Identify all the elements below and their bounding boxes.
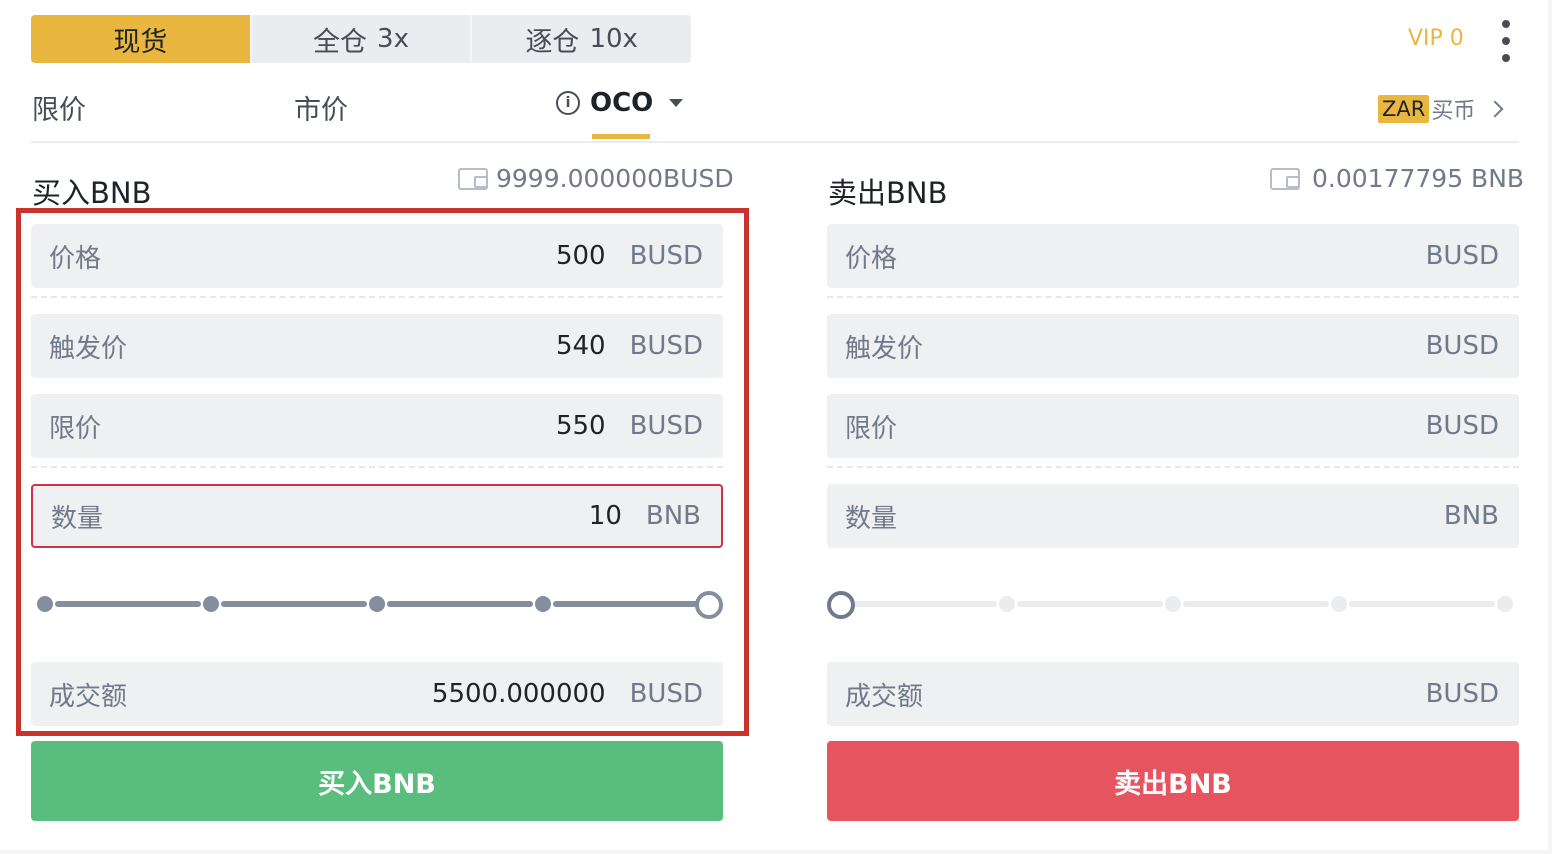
tab-cross-label: 全仓	[313, 26, 368, 58]
more-options-icon[interactable]	[1496, 20, 1516, 62]
tab-spot[interactable]: 现货	[31, 15, 252, 63]
margin-mode-tabs: 现货 全仓 3x 逐仓 10x	[31, 15, 691, 63]
sell-limit-label: 限价	[845, 413, 898, 444]
sell-button[interactable]: 卖出BNB	[827, 741, 1519, 821]
sell-total-unit: BUSD	[1425, 679, 1499, 709]
info-icon[interactable]: i	[556, 91, 580, 115]
buy-crypto-label: 买币	[1431, 99, 1476, 124]
tab-cross[interactable]: 全仓 3x	[251, 15, 473, 63]
wallet-icon	[1270, 167, 1300, 190]
sell-limit-unit: BUSD	[1425, 411, 1499, 441]
sell-stop-field[interactable]: 触发价 BUSD	[827, 314, 1519, 378]
panel-edge	[0, 850, 1552, 854]
tab-isolated-label: 逐仓	[525, 26, 580, 58]
sell-price-unit: BUSD	[1425, 241, 1499, 271]
tab-cross-leverage: 3x	[377, 24, 409, 54]
highlight-annotation-box	[16, 208, 749, 736]
currency-badge: ZAR	[1378, 95, 1430, 123]
slider-stop[interactable]	[1497, 596, 1513, 612]
divider	[827, 296, 1519, 298]
sell-stop-unit: BUSD	[1425, 331, 1499, 361]
slider-track-segment[interactable]	[1349, 601, 1495, 607]
slider-stop[interactable]	[1165, 596, 1181, 612]
slider-track-segment[interactable]	[851, 601, 997, 607]
sell-price-label: 价格	[845, 243, 898, 274]
sell-total-label: 成交额	[845, 681, 924, 712]
active-tab-indicator	[592, 134, 650, 139]
chevron-down-icon[interactable]	[669, 99, 684, 107]
buy-panel-title: 买入BNB	[32, 176, 152, 210]
sell-amount-label: 数量	[845, 503, 898, 534]
slider-track-segment[interactable]	[1017, 601, 1163, 607]
slider-knob[interactable]	[827, 591, 855, 619]
sell-amount-slider[interactable]	[827, 589, 1519, 619]
tab-isolated[interactable]: 逐仓 10x	[472, 15, 691, 63]
tab-isolated-leverage: 10x	[589, 24, 638, 54]
sell-stop-label: 触发价	[845, 333, 924, 364]
slider-stop[interactable]	[999, 596, 1015, 612]
order-type-limit[interactable]: 限价	[32, 88, 86, 127]
sell-balance-value: 0.00177795 BNB	[1312, 164, 1525, 193]
slider-stop[interactable]	[1331, 596, 1347, 612]
slider-track-segment[interactable]	[1183, 601, 1329, 607]
buy-balance: 9999.000000BUSD	[458, 164, 734, 193]
sell-total-field[interactable]: 成交额 BUSD	[827, 662, 1519, 726]
buy-crypto-link[interactable]: ZAR 买币	[1378, 93, 1504, 125]
buy-balance-value: 9999.000000BUSD	[496, 164, 734, 193]
sell-amount-unit: BNB	[1443, 501, 1499, 531]
tab-spot-label: 现货	[113, 26, 168, 58]
buy-button[interactable]: 买入BNB	[31, 741, 723, 821]
sell-balance: 0.00177795 BNB	[1270, 164, 1524, 193]
sell-amount-field[interactable]: 数量 BNB	[827, 484, 1519, 548]
sell-price-field[interactable]: 价格 BUSD	[827, 224, 1519, 288]
chevron-right-icon	[1486, 100, 1504, 118]
vip-level[interactable]: VIP 0	[1408, 26, 1464, 51]
order-type-oco-label: OCO	[590, 88, 654, 118]
wallet-icon	[458, 167, 488, 190]
sell-limit-field[interactable]: 限价 BUSD	[827, 394, 1519, 458]
order-type-market[interactable]: 市价	[294, 88, 348, 127]
order-type-oco[interactable]: i OCO	[556, 88, 684, 118]
sell-panel-title: 卖出BNB	[828, 176, 948, 210]
panel-edge	[1548, 0, 1552, 854]
header-divider	[31, 141, 1519, 143]
divider	[827, 466, 1519, 468]
